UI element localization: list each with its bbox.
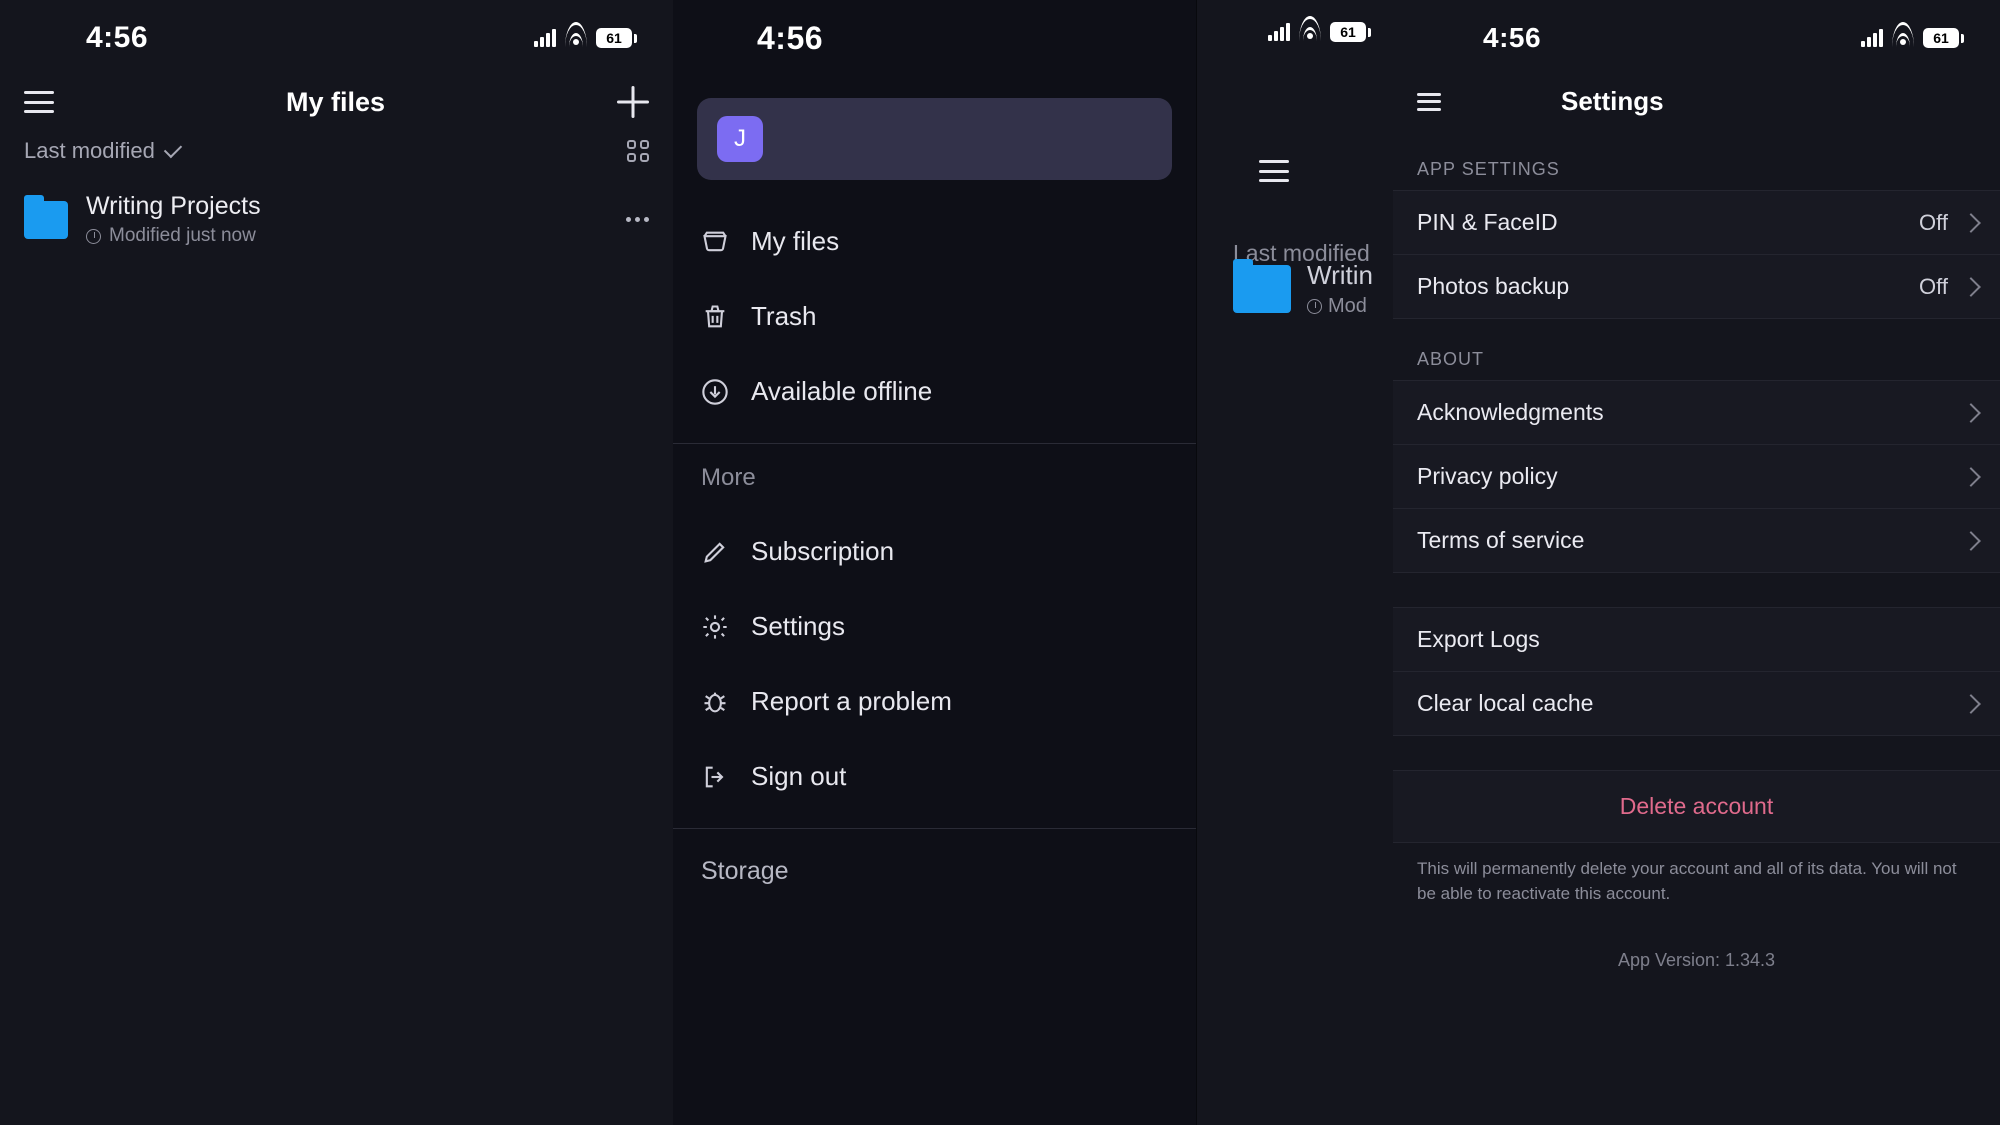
sort-label: Last modified: [24, 138, 155, 164]
file-meta: Writing Projects Modified just now: [86, 192, 608, 247]
download-circle-icon: [701, 378, 729, 406]
nav-subscription[interactable]: Subscription: [673, 514, 1196, 589]
row-photos-backup[interactable]: Photos backup Off: [1393, 254, 2000, 319]
hamburger-icon[interactable]: [1417, 93, 1441, 111]
wifi-icon: [1891, 29, 1915, 47]
bug-icon: [701, 688, 729, 716]
status-icons: 61: [1861, 28, 1972, 48]
folder-icon: [1233, 265, 1291, 313]
battery-icon: 61: [1923, 28, 1964, 48]
row-clear-cache[interactable]: Clear local cache: [1393, 671, 2000, 736]
nav-settings[interactable]: Settings: [673, 589, 1196, 664]
status-time: 4:56: [673, 20, 823, 57]
status-icons: 61: [534, 28, 645, 48]
nav-my-files[interactable]: My files: [673, 204, 1196, 279]
page-title: Settings: [1561, 86, 1664, 117]
header: My files: [0, 66, 673, 128]
clock-icon: [86, 229, 101, 244]
chevron-right-icon: [1961, 467, 1981, 487]
clock-icon: [1307, 299, 1322, 314]
chevron-right-icon: [1961, 403, 1981, 423]
chevron-right-icon: [1961, 531, 1981, 551]
trash-icon: [701, 303, 729, 331]
file-name: Writing Projects: [86, 192, 608, 221]
group-about-label: ABOUT: [1393, 319, 2000, 380]
status-time: 4:56: [1421, 22, 1541, 54]
avatar: J: [717, 116, 763, 162]
status-time: 4:56: [28, 21, 148, 55]
section-storage-label: Storage: [673, 828, 1196, 894]
app-version: App Version: 1.34.3: [1393, 950, 2000, 971]
delete-note: This will permanently delete your accoun…: [1393, 843, 2000, 906]
row-privacy[interactable]: Privacy policy: [1393, 444, 2000, 508]
cellular-icon: [1268, 23, 1290, 41]
file-row-peek: Writin Mod: [1233, 260, 1373, 318]
account-card[interactable]: J: [697, 98, 1172, 180]
cellular-icon: [534, 29, 556, 47]
chevron-right-icon: [1961, 277, 1981, 297]
chevron-right-icon: [1961, 213, 1981, 233]
group-app-settings-label: APP SETTINGS: [1393, 129, 2000, 190]
add-button[interactable]: [617, 86, 649, 118]
group-misc: Export Logs Clear local cache: [1393, 607, 2000, 736]
page-title: My files: [286, 87, 385, 118]
folder-icon: [24, 201, 68, 239]
row-acknowledgments[interactable]: Acknowledgments: [1393, 380, 2000, 444]
file-subtitle: Modified just now: [86, 225, 608, 247]
nav-offline[interactable]: Available offline: [673, 354, 1196, 429]
status-bar: 4:56 61: [0, 0, 673, 66]
delete-account-button[interactable]: Delete account: [1393, 770, 2000, 843]
row-pin-faceid[interactable]: PIN & FaceID Off: [1393, 190, 2000, 254]
screen-settings: 4:56 61 Settings APP SETTINGS PIN & Face…: [1393, 0, 2000, 1125]
group-about: Acknowledgments Privacy policy Terms of …: [1393, 380, 2000, 573]
toolbar: Last modified: [0, 128, 673, 178]
pencil-icon: [701, 538, 729, 566]
signout-icon: [701, 763, 729, 791]
status-bar: 4:56 61: [1393, 0, 2000, 66]
file-name-peek: Writin: [1307, 260, 1373, 291]
battery-icon: 61: [1330, 22, 1371, 42]
drive-icon: [701, 228, 729, 256]
nav-primary: My files Trash Available offline: [673, 190, 1196, 429]
file-row[interactable]: Writing Projects Modified just now: [0, 178, 673, 261]
row-export-logs[interactable]: Export Logs: [1393, 607, 2000, 671]
hamburger-icon[interactable]: [24, 91, 54, 113]
drawer-backdrop[interactable]: 61 Last modified Writin Mod: [1197, 0, 1393, 1125]
chevron-right-icon: [1961, 694, 1981, 714]
hamburger-icon[interactable]: [1259, 160, 1289, 182]
status-bar: 4:56: [673, 0, 1196, 66]
section-more-label: More: [673, 443, 1196, 500]
screen-drawer: 4:56 J My files Trash Available offline: [673, 0, 1393, 1125]
sort-dropdown[interactable]: Last modified: [24, 138, 181, 164]
more-actions-button[interactable]: [626, 217, 649, 222]
nav-signout[interactable]: Sign out: [673, 739, 1196, 814]
row-terms[interactable]: Terms of service: [1393, 508, 2000, 573]
wifi-icon: [564, 29, 588, 47]
group-app-settings: PIN & FaceID Off Photos backup Off: [1393, 190, 2000, 319]
battery-icon: 61: [596, 28, 637, 48]
nav-trash[interactable]: Trash: [673, 279, 1196, 354]
header: Settings: [1393, 66, 2000, 129]
nav-report[interactable]: Report a problem: [673, 664, 1196, 739]
status-icons: 61: [1268, 22, 1379, 42]
view-toggle-button[interactable]: [627, 140, 649, 162]
nav-more: Subscription Settings Report a problem S…: [673, 500, 1196, 814]
wifi-icon: [1298, 23, 1322, 41]
chevron-down-icon: [164, 140, 182, 158]
gear-icon: [701, 613, 729, 641]
nav-drawer: 4:56 J My files Trash Available offline: [673, 0, 1197, 1125]
screen-my-files: 4:56 61 My files Last modified: [0, 0, 673, 1125]
cellular-icon: [1861, 29, 1883, 47]
